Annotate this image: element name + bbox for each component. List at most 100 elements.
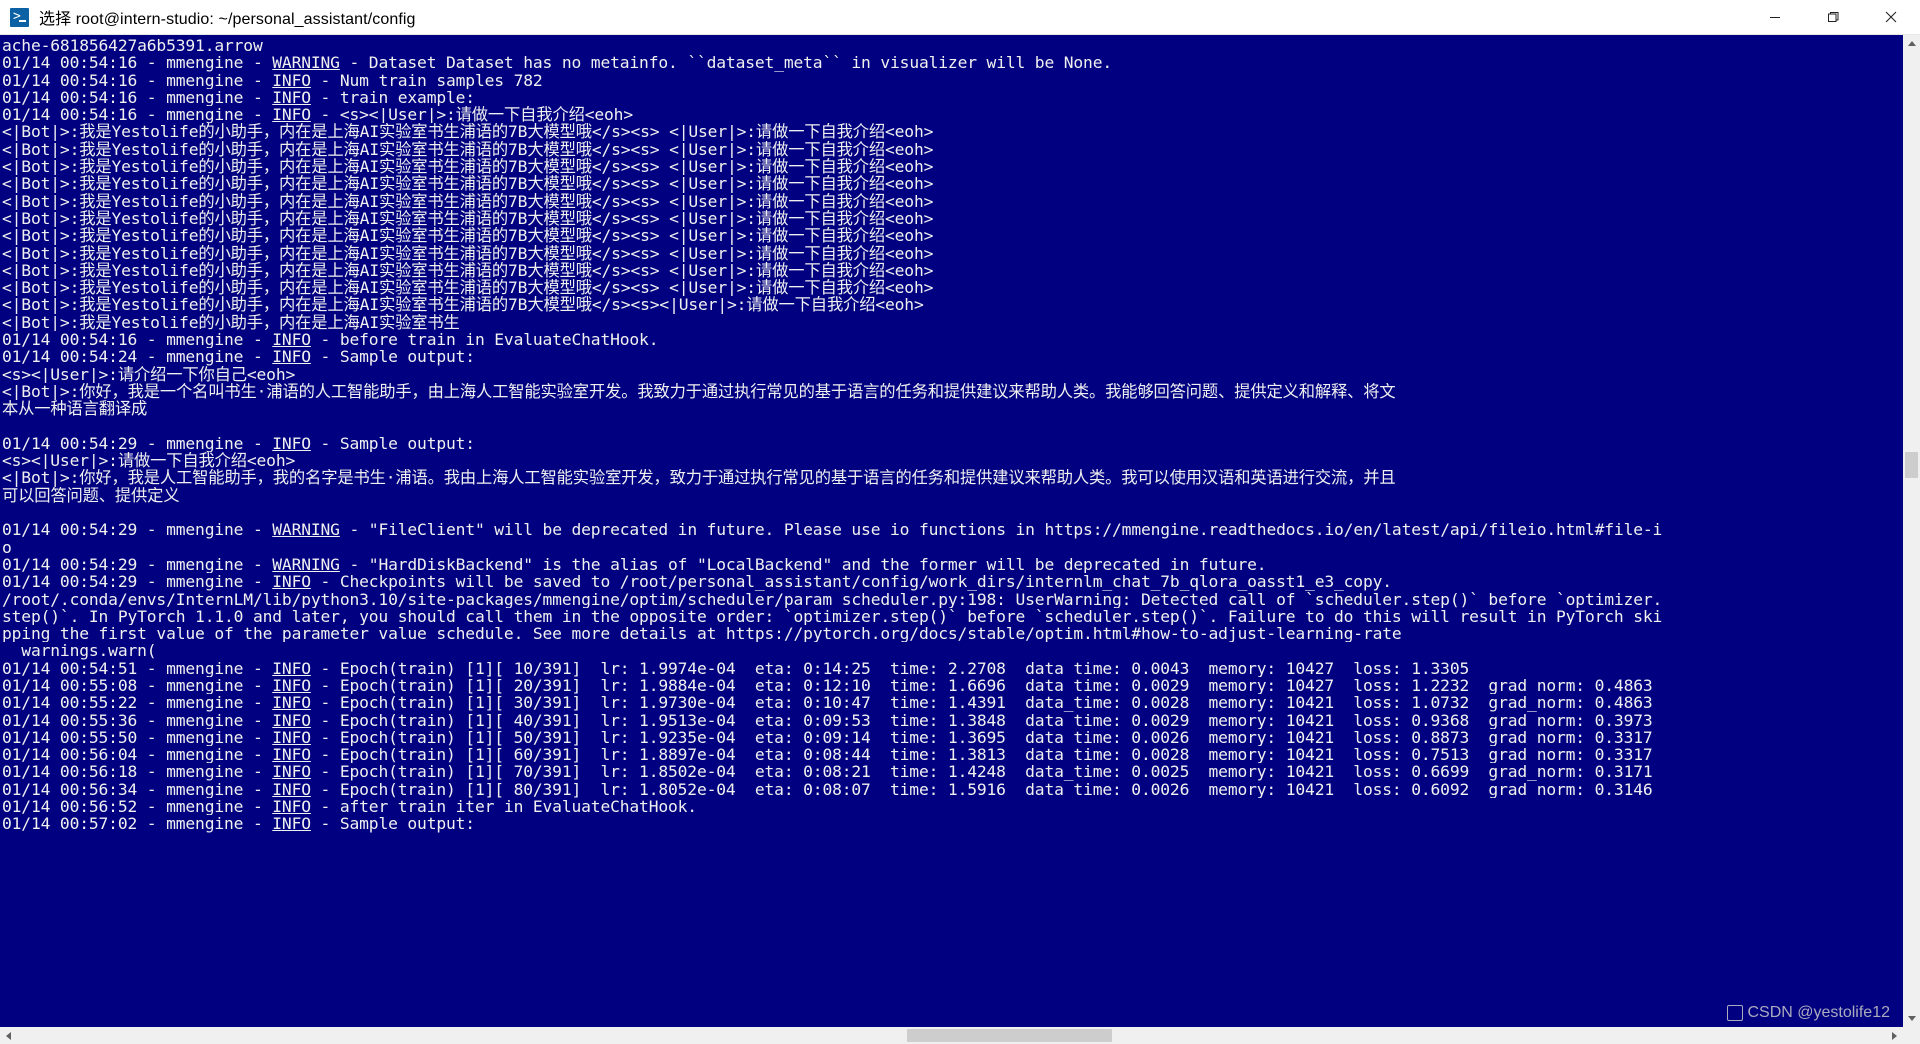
log-prefix: 01/14 00:56:52 - mmengine -	[2, 798, 273, 816]
terminal-line: <|Bot|>:我是Yestolife的小助手，内在是上海AI实验室书生	[2, 313, 460, 332]
terminal-line: 01/14 00:54:16 - mmengine - INFO - train…	[2, 89, 1903, 106]
terminal-line: 01/14 00:57:02 - mmengine - INFO - Sampl…	[2, 815, 1903, 832]
scroll-left-button[interactable]	[0, 1027, 17, 1044]
log-prefix: 01/14 00:56:04 - mmengine -	[2, 746, 273, 764]
window-controls	[1746, 0, 1920, 34]
log-prefix: 01/14 00:54:16 - mmengine -	[2, 331, 273, 349]
terminal-line: <s><|User|>:请做一下自我介绍<eoh>	[2, 452, 296, 470]
log-level: INFO	[272, 573, 311, 591]
terminal-line: pping the first value of the parameter v…	[2, 625, 1402, 643]
terminal-line: <|Bot|>:我是Yestolife的小助手，内在是上海AI实验室书生浦语的7…	[2, 140, 934, 159]
log-message: - <s><|User|>:请做一下自我介绍<eoh>	[310, 106, 634, 124]
scroll-down-button[interactable]	[1903, 1010, 1920, 1027]
vertical-scroll-track[interactable]	[1903, 52, 1920, 1010]
command-prompt-icon	[10, 7, 29, 27]
terminal-line: <|Bot|>:我是Yestolife的小助手，内在是上海AI实验室书生浦语的7…	[2, 123, 934, 141]
log-level: INFO	[272, 88, 311, 107]
vertical-scrollbar[interactable]	[1903, 35, 1920, 1027]
terminal-line: /root/.conda/envs/InternLM/lib/python3.1…	[2, 590, 1663, 608]
horizontal-scroll-track[interactable]	[17, 1027, 1886, 1044]
log-level: INFO	[272, 798, 311, 816]
log-level: INFO	[272, 331, 311, 349]
log-prefix: 01/14 00:55:50 - mmengine -	[2, 728, 273, 747]
scroll-up-button[interactable]	[1903, 35, 1920, 52]
terminal-line: 01/14 00:54:51 - mmengine - INFO - Epoch…	[2, 660, 1903, 677]
vertical-scroll-thumb[interactable]	[1905, 452, 1918, 478]
log-level: INFO	[272, 106, 311, 124]
log-message: - "FileClient" will be deprecated in fut…	[339, 521, 1663, 539]
log-prefix: 01/14 00:54:29 - mmengine -	[2, 573, 273, 591]
terminal-line: 01/14 00:54:16 - mmengine - INFO - befor…	[2, 331, 1903, 348]
terminal-line: 本从一种语言翻译成	[2, 400, 148, 418]
close-button[interactable]	[1862, 0, 1920, 34]
minimize-button[interactable]	[1746, 0, 1804, 34]
log-prefix: 01/14 00:54:16 - mmengine -	[2, 106, 273, 124]
log-level: INFO	[272, 434, 311, 453]
log-message: - Epoch(train) [1][ 80/391] lr: 1.8052e-…	[310, 780, 1653, 799]
log-message: - after_train_iter in EvaluateChatHook.	[310, 798, 698, 816]
log-prefix: 01/14 00:54:51 - mmengine -	[2, 659, 273, 677]
terminal-line: 01/14 00:56:04 - mmengine - INFO - Epoch…	[2, 746, 1903, 763]
log-level: INFO	[272, 746, 311, 764]
terminal-line: 01/14 00:55:22 - mmengine - INFO - Epoch…	[2, 694, 1903, 711]
log-prefix: 01/14 00:54:29 - mmengine -	[2, 434, 273, 453]
log-message: - Sample output:	[310, 815, 476, 833]
terminal-line: <|Bot|>:你好，我是人工智能助手，我的名字是书生·浦语。我由上海人工智能实…	[2, 469, 1396, 487]
horizontal-scrollbar[interactable]	[0, 1027, 1920, 1044]
log-level: INFO	[272, 659, 311, 677]
title-bar[interactable]: 选择 root@intern-studio: ~/personal_assist…	[0, 0, 1920, 35]
log-level: INFO	[272, 676, 311, 695]
log-message: - Epoch(train) [1][ 40/391] lr: 1.9513e-…	[310, 711, 1653, 729]
horizontal-scroll-thumb[interactable]	[907, 1029, 1112, 1042]
log-level: INFO	[272, 815, 311, 833]
terminal-line: 01/14 00:54:29 - mmengine - INFO - Sampl…	[2, 435, 1903, 452]
terminal-area: ache-681856427a6b5391.arrow 01/14 00:54:1…	[0, 35, 1920, 1027]
terminal-line: <|Bot|>:我是Yestolife的小助手，内在是上海AI实验室书生浦语的7…	[2, 279, 934, 297]
log-level: INFO	[272, 780, 311, 799]
log-level: WARNING	[272, 54, 340, 72]
chevron-left-icon	[6, 1031, 11, 1040]
log-message: - Num train samples 782	[310, 71, 543, 89]
log-prefix: 01/14 00:54:24 - mmengine -	[2, 348, 273, 366]
log-message: - Epoch(train) [1][ 30/391] lr: 1.9730e-…	[310, 694, 1653, 712]
log-prefix: 01/14 00:54:16 - mmengine -	[2, 88, 273, 107]
log-message: - Checkpoints will be saved to /root/per…	[310, 573, 1393, 591]
terminal-line: ache-681856427a6b5391.arrow	[2, 37, 263, 55]
terminal-line: 01/14 00:54:29 - mmengine - WARNING - "H…	[2, 556, 1903, 573]
terminal-line: <|Bot|>:我是Yestolife的小助手，内在是上海AI实验室书生浦语的7…	[2, 158, 934, 176]
log-message: - before_train in EvaluateChatHook.	[310, 331, 659, 349]
terminal-line: 可以回答问题、提供定义	[2, 486, 180, 505]
log-prefix: 01/14 00:54:29 - mmengine -	[2, 555, 273, 574]
terminal-line: 01/14 00:56:18 - mmengine - INFO - Epoch…	[2, 763, 1903, 780]
terminal-line: 01/14 00:56:52 - mmengine - INFO - after…	[2, 798, 1903, 815]
terminal-line: 01/14 00:54:16 - mmengine - INFO - Num t…	[2, 72, 1903, 89]
scrollbar-corner	[1903, 1027, 1920, 1044]
terminal-line: 01/14 00:55:36 - mmengine - INFO - Epoch…	[2, 712, 1903, 729]
terminal-line: 01/14 00:55:50 - mmengine - INFO - Epoch…	[2, 729, 1903, 746]
log-message: - Epoch(train) [1][ 70/391] lr: 1.8502e-…	[310, 763, 1653, 781]
terminal-line: <|Bot|>:我是Yestolife的小助手，内在是上海AI实验室书生浦语的7…	[2, 296, 924, 314]
terminal-output[interactable]: ache-681856427a6b5391.arrow 01/14 00:54:1…	[0, 35, 1903, 1027]
terminal-window: 选择 root@intern-studio: ~/personal_assist…	[0, 0, 1920, 1044]
scroll-right-button[interactable]	[1886, 1027, 1903, 1044]
log-prefix: 01/14 00:55:08 - mmengine -	[2, 676, 273, 695]
log-prefix: 01/14 00:54:16 - mmengine -	[2, 71, 273, 89]
log-level: INFO	[272, 728, 311, 747]
log-prefix: 01/14 00:56:18 - mmengine -	[2, 763, 273, 781]
terminal-line: 01/14 00:54:29 - mmengine - WARNING - "F…	[2, 521, 1903, 538]
maximize-button[interactable]	[1804, 0, 1862, 34]
log-message: - Dataset Dataset has no metainfo. ``dat…	[339, 54, 1113, 72]
terminal-line: <|Bot|>:我是Yestolife的小助手，内在是上海AI实验室书生浦语的7…	[2, 209, 934, 228]
window-title: 选择 root@intern-studio: ~/personal_assist…	[39, 11, 416, 28]
log-level: INFO	[272, 763, 311, 781]
chevron-right-icon	[1892, 1031, 1897, 1040]
terminal-line: 01/14 00:54:24 - mmengine - INFO - Sampl…	[2, 348, 1903, 365]
log-message: - Epoch(train) [1][ 60/391] lr: 1.8897e-…	[310, 746, 1653, 764]
title-bar-left: 选择 root@intern-studio: ~/personal_assist…	[0, 5, 1746, 29]
log-level: INFO	[272, 711, 311, 729]
log-message: - Epoch(train) [1][ 50/391] lr: 1.9235e-…	[310, 728, 1653, 747]
log-prefix: 01/14 00:54:16 - mmengine -	[2, 54, 273, 72]
log-level: INFO	[272, 71, 311, 89]
